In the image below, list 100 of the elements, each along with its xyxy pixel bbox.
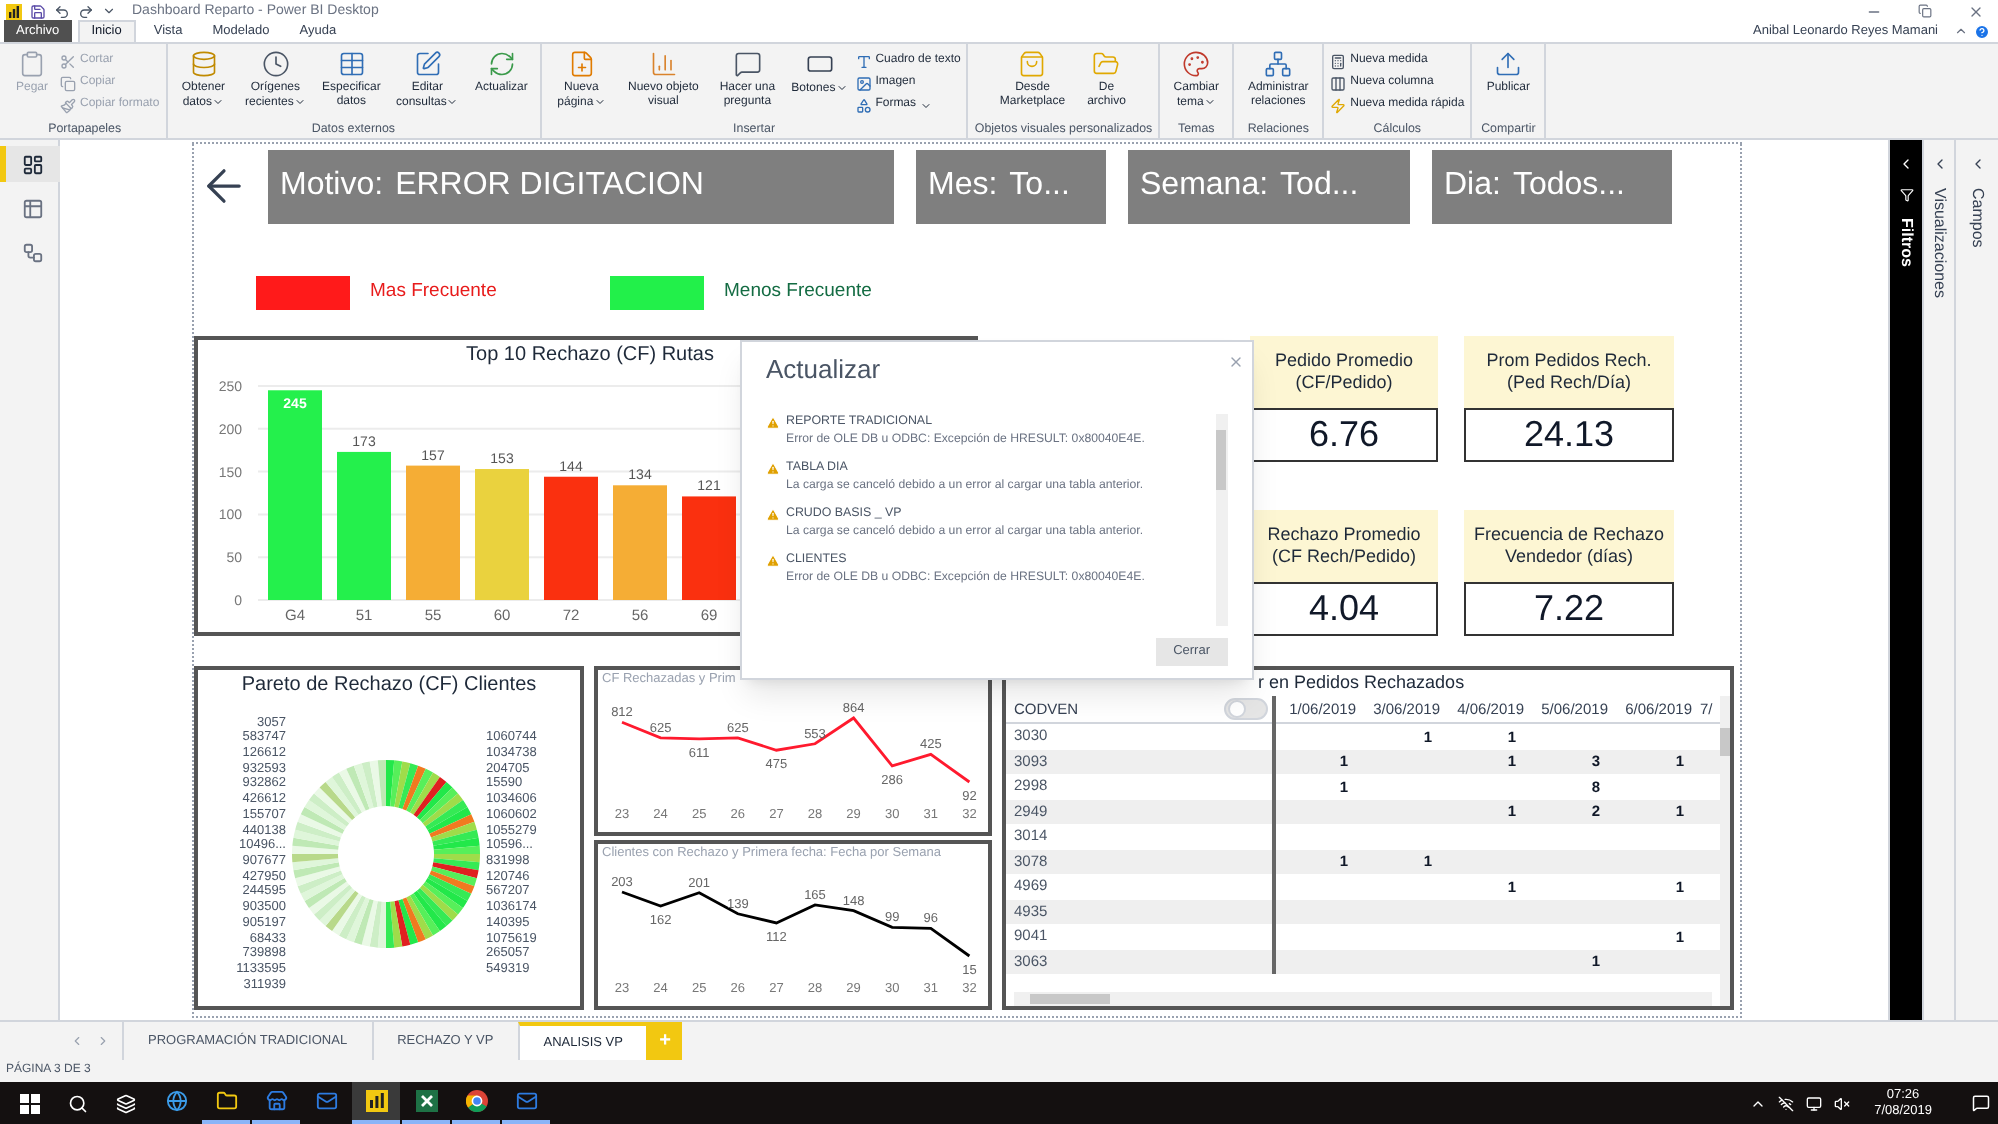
caret-icon xyxy=(1203,96,1216,108)
volume-muted-icon[interactable] xyxy=(1834,1095,1851,1111)
database-icon xyxy=(189,50,218,78)
restore-icon[interactable] xyxy=(1918,4,1932,18)
caret-icon xyxy=(835,82,848,94)
folder-icon xyxy=(215,1090,237,1112)
paintbrush-icon xyxy=(60,97,76,113)
app-logo-icon xyxy=(6,3,22,19)
caret-icon xyxy=(212,96,225,108)
slicer-header[interactable]: Dia: Todos... xyxy=(1432,149,1672,223)
clipboard-icon xyxy=(18,50,46,78)
warning-icon xyxy=(766,553,780,567)
kpi-value: 24.13 xyxy=(1464,408,1674,462)
kpi-label: Prom Pedidos Rech. (Ped Rech/Día) xyxy=(1464,336,1674,408)
expand-icon[interactable] xyxy=(1898,156,1914,172)
pane-title: Filtros xyxy=(1896,218,1918,267)
chart-app-icon xyxy=(365,1090,387,1112)
side-pane[interactable]: Filtros xyxy=(1888,140,1922,1020)
dialog-title: Actualizar xyxy=(766,354,881,386)
slicer-value: ERROR DIGITACION xyxy=(395,166,704,206)
monitor-icon[interactable] xyxy=(1806,1095,1823,1111)
pane-title: Visualizaciones xyxy=(1929,188,1951,298)
save-icon[interactable] xyxy=(30,3,46,19)
help-icon[interactable] xyxy=(1974,24,1990,40)
slicer-header[interactable]: Semana: Tod... xyxy=(1128,149,1410,223)
slicer-field: Dia: xyxy=(1444,162,1501,210)
search-icon xyxy=(68,1093,88,1113)
collapse-ribbon-icon[interactable] xyxy=(1954,24,1968,38)
filter-icon xyxy=(1899,188,1913,202)
shopping-bag-icon xyxy=(1018,50,1047,78)
columns-icon xyxy=(1330,75,1347,91)
legend-label: Menos Frecuente xyxy=(724,278,872,307)
scrollbar[interactable] xyxy=(1014,992,1712,1006)
slicer-header[interactable]: Mes: To... xyxy=(916,149,1106,223)
taskbar-app[interactable] xyxy=(352,1082,400,1124)
legend-label: Mas Frecuente xyxy=(370,278,497,307)
pencil-square-icon xyxy=(413,50,442,78)
bar-chart-icon xyxy=(649,50,678,78)
lightning-icon xyxy=(1330,97,1347,113)
kpi-value: 4.04 xyxy=(1250,582,1438,636)
slicer-value: Tod... xyxy=(1280,166,1359,206)
windows-logo-icon xyxy=(20,1093,40,1113)
button-shape-icon xyxy=(805,50,834,78)
kpi-value: 6.76 xyxy=(1250,408,1438,462)
chart-title: Top 10 Rechazo (CF) Rutas xyxy=(466,342,714,370)
image-icon xyxy=(855,75,872,91)
speech-bubble-icon xyxy=(733,50,762,78)
calculator-icon xyxy=(1330,53,1347,69)
warning-icon xyxy=(766,415,780,429)
scissors-icon xyxy=(60,53,76,69)
mail-icon xyxy=(315,1090,337,1112)
browser-icon xyxy=(165,1090,187,1112)
slicer-header[interactable]: Motivo: ERROR DIGITACION xyxy=(268,149,894,223)
shapes-icon xyxy=(855,97,872,113)
redo-icon[interactable] xyxy=(78,3,94,19)
slicer-value: Todos... xyxy=(1512,166,1625,206)
view-button[interactable] xyxy=(0,146,60,182)
kpi-value: 7.22 xyxy=(1464,582,1674,636)
slicer-field: Motivo: xyxy=(280,162,384,210)
network-icon[interactable] xyxy=(1778,1095,1795,1111)
warning-icon xyxy=(766,507,780,521)
scrollbar[interactable] xyxy=(1720,696,1730,1006)
toggle-switch[interactable] xyxy=(1224,698,1268,720)
caret-icon xyxy=(293,96,306,108)
table-icon xyxy=(22,197,44,219)
report-icon xyxy=(22,153,44,175)
browser-icon xyxy=(465,1090,487,1112)
mail-icon xyxy=(515,1090,537,1112)
scrollbar[interactable] xyxy=(1216,414,1228,626)
slicer-field: Semana: xyxy=(1140,162,1269,210)
task-view-icon xyxy=(116,1093,136,1113)
kpi-label: Rechazo Promedio (CF Rech/Pedido) xyxy=(1250,510,1438,582)
folder-icon xyxy=(1092,50,1121,78)
close-icon[interactable] xyxy=(1968,3,1984,19)
caret-icon xyxy=(920,99,933,111)
kpi-label: Pedido Promedio (CF/Pedido) xyxy=(1250,336,1438,408)
palette-icon xyxy=(1182,50,1211,78)
kpi-label: Frecuencia de Rechazo Vendedor (días) xyxy=(1464,510,1674,582)
side-pane[interactable]: Visualizaciones xyxy=(1922,140,1954,1020)
refresh-icon xyxy=(487,50,516,78)
upload-icon xyxy=(1494,50,1523,78)
pane-title: Campos xyxy=(1967,188,1989,248)
slicer-field: Mes: xyxy=(928,162,998,210)
store-icon xyxy=(265,1090,287,1112)
caret-icon[interactable] xyxy=(102,4,116,18)
chart-title: Pareto de Rechazo (CF) Clientes xyxy=(239,672,539,700)
spreadsheet-app-icon xyxy=(415,1090,437,1112)
copy-icon xyxy=(60,75,76,91)
side-pane[interactable]: Campos xyxy=(1954,140,1998,1020)
chart-title: r en Pedidos Rechazados xyxy=(1258,670,1465,696)
model-icon xyxy=(22,241,44,263)
notifications-icon[interactable] xyxy=(1972,1094,1990,1112)
caret-icon xyxy=(593,96,606,108)
table-icon xyxy=(337,50,366,78)
caret-icon xyxy=(446,96,459,108)
slicer-value: To... xyxy=(1009,166,1070,206)
warning-icon xyxy=(766,461,780,475)
undo-icon[interactable] xyxy=(54,3,70,19)
close-icon[interactable] xyxy=(1228,354,1244,370)
clock-icon xyxy=(261,50,290,78)
